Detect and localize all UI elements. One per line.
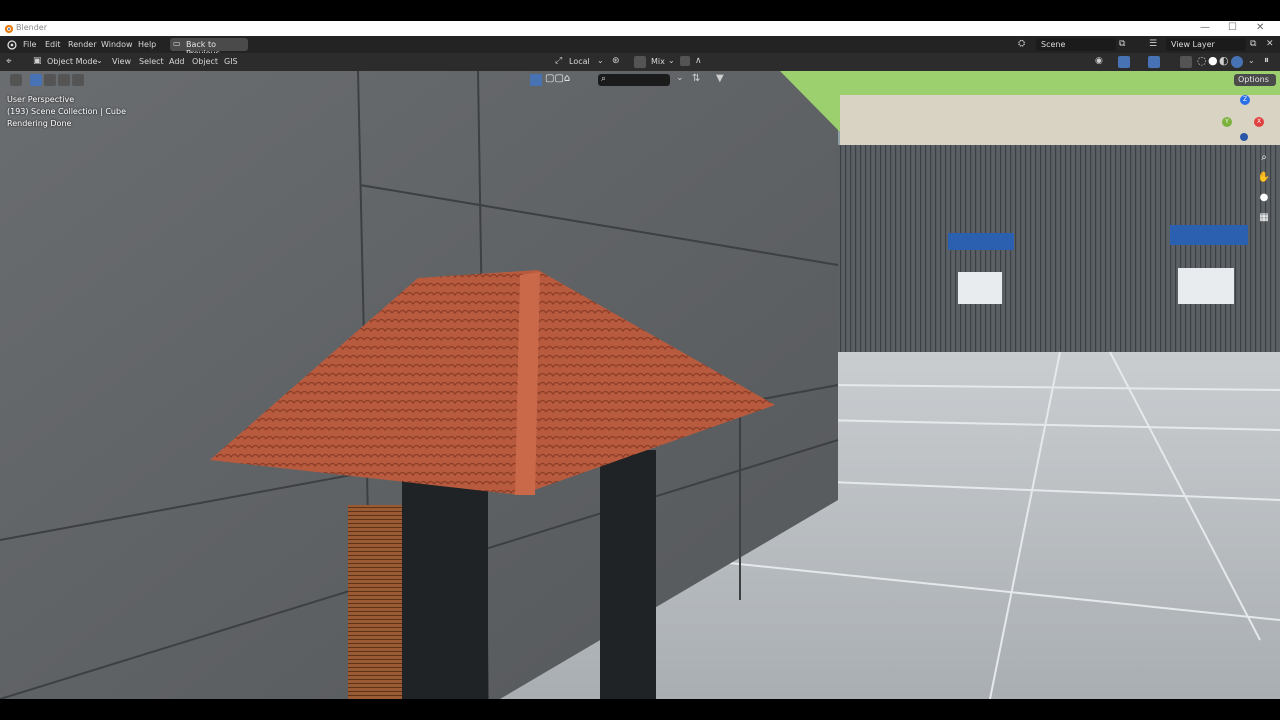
fence-sign-2 <box>1170 225 1248 245</box>
fence-plate-2 <box>1178 268 1234 304</box>
transform-orientation-dropdown[interactable]: ⤢ Local ⌄ <box>555 56 605 68</box>
filter-icon[interactable]: ▼ <box>716 73 724 84</box>
chevron-down-icon: ⌄ <box>597 56 604 65</box>
select-extend-button[interactable] <box>44 74 56 86</box>
overlay-toggle-button[interactable] <box>1148 56 1160 68</box>
screen-icon: ▭ <box>173 39 181 48</box>
chevron-down-icon[interactable]: ⌄ <box>676 73 684 83</box>
gizmo-neg-z[interactable] <box>1240 133 1248 141</box>
camera-icon[interactable]: ● <box>1257 191 1271 205</box>
top-menu-bar: File Edit Render Window Help ▭ Back to P… <box>0 36 1280 58</box>
viewport-tool-icons[interactable]: ▢▢⌂ <box>545 73 570 84</box>
maximize-button[interactable]: ☐ <box>1228 22 1237 33</box>
gizmo-z-axis[interactable]: Z <box>1240 95 1250 105</box>
new-view-layer-icon[interactable]: ⧉ <box>1250 39 1256 49</box>
view-layer-name: View Layer <box>1171 40 1215 49</box>
navigation-gizmo[interactable]: Z X Y <box>1220 95 1270 145</box>
remove-view-layer-icon[interactable]: ✕ <box>1266 39 1274 49</box>
gizmo-toggle-button[interactable] <box>1118 56 1130 68</box>
zoom-icon[interactable]: ⌕ <box>1257 151 1271 165</box>
wireframe-shading-icon[interactable]: ◌ <box>1197 54 1207 67</box>
window-title: Blender <box>16 23 47 32</box>
scene-field[interactable]: Scene <box>1036 38 1116 51</box>
search-icon: ⌕ <box>601 74 607 84</box>
header-menu-gis[interactable]: GIS <box>224 57 238 66</box>
pivot-point-icon[interactable]: ⊛ <box>612 56 620 66</box>
window-title-bar: Blender — ☐ ✕ <box>0 21 1280 36</box>
menu-window[interactable]: Window <box>101 40 133 49</box>
menu-render[interactable]: Render <box>68 40 96 49</box>
new-scene-icon[interactable]: ⧉ <box>1119 39 1125 49</box>
fence-plate-1 <box>958 272 1002 304</box>
view-layer-field[interactable]: View Layer <box>1166 38 1246 51</box>
header-menu-view[interactable]: View <box>112 57 131 66</box>
wooden-vent <box>348 505 408 699</box>
object-mode-icon: ▣ <box>33 56 42 66</box>
transform-orientation-label: Local <box>569 57 590 66</box>
options-dropdown[interactable]: Options <box>1234 74 1276 86</box>
material-shading-icon[interactable]: ◐ <box>1219 54 1229 67</box>
menu-edit[interactable]: Edit <box>45 40 61 49</box>
menu-help[interactable]: Help <box>138 40 156 49</box>
3d-viewport[interactable]: User Perspective (193) Scene Collection … <box>0 71 1280 699</box>
blender-menu-icon[interactable] <box>6 39 17 50</box>
viewport-collection-label: (193) Scene Collection | Cube <box>7 107 126 116</box>
chevron-down-icon[interactable]: ⌄ <box>1248 56 1255 65</box>
3d-viewport-icon[interactable]: ⌖ <box>6 56 12 67</box>
gizmo-x-axis[interactable]: X <box>1254 117 1264 127</box>
back-to-previous-button[interactable]: ▭ Back to Previous <box>170 38 248 58</box>
scene-icon[interactable]: ⛭ <box>1018 39 1025 49</box>
select-tool-button[interactable] <box>10 74 22 86</box>
fence <box>836 145 1280 360</box>
object-mode-label: Object Mode <box>47 57 98 66</box>
blender-logo-icon <box>4 24 14 34</box>
orientation-icon: ⤢ <box>555 56 563 66</box>
chevron-down-icon: ⌄ <box>96 56 103 65</box>
mesh-select-vertex-button[interactable] <box>530 74 542 86</box>
proportional-edit-button[interactable] <box>680 56 690 66</box>
view-layer-icon[interactable]: ☰ <box>1149 39 1157 49</box>
chevron-down-icon: ⌄ <box>668 56 675 65</box>
pillar-left <box>402 470 488 699</box>
rendered-scene <box>0 71 1280 699</box>
pan-hand-icon[interactable]: ✋ <box>1257 171 1271 185</box>
snap-toggle-button[interactable] <box>634 56 646 68</box>
object-mode-dropdown[interactable]: ▣ Object Mode ⌄ <box>33 56 105 68</box>
viewport-render-status: Rendering Done <box>7 119 72 128</box>
viewport-header: ⌖ ▣ Object Mode ⌄ View Select Add Object… <box>0 53 1280 71</box>
menu-file[interactable]: File <box>23 40 36 49</box>
fence-sign-1 <box>948 233 1014 250</box>
header-menu-select[interactable]: Select <box>139 57 164 66</box>
scene-name: Scene <box>1041 40 1066 49</box>
header-menu-object[interactable]: Object <box>192 57 218 66</box>
pillar-right <box>600 450 656 699</box>
header-menu-add[interactable]: Add <box>169 57 185 66</box>
rendered-shading-button[interactable] <box>1231 56 1243 68</box>
snap-mode-label[interactable]: Mix <box>651 57 665 66</box>
select-subtract-button[interactable] <box>58 74 70 86</box>
close-button[interactable]: ✕ <box>1256 22 1264 33</box>
xray-toggle-button[interactable] <box>1180 56 1192 68</box>
sort-icon[interactable]: ⇅ <box>692 73 700 84</box>
select-box-mode-button[interactable] <box>30 74 42 86</box>
pause-render-icon[interactable]: ⏸ <box>1264 55 1269 66</box>
viewport-search-input[interactable]: ⌕ <box>598 74 670 86</box>
solid-shading-icon[interactable]: ● <box>1208 54 1218 67</box>
grid-icon[interactable]: ▦ <box>1257 211 1271 225</box>
select-invert-button[interactable] <box>72 74 84 86</box>
options-label: Options <box>1238 75 1269 84</box>
gizmo-y-axis[interactable]: Y <box>1222 117 1232 127</box>
falloff-icon[interactable]: ∧ <box>695 56 702 66</box>
minimize-button[interactable]: — <box>1200 22 1210 33</box>
visibility-icon[interactable]: ◉ <box>1095 56 1103 66</box>
viewport-perspective-label: User Perspective <box>7 95 75 104</box>
